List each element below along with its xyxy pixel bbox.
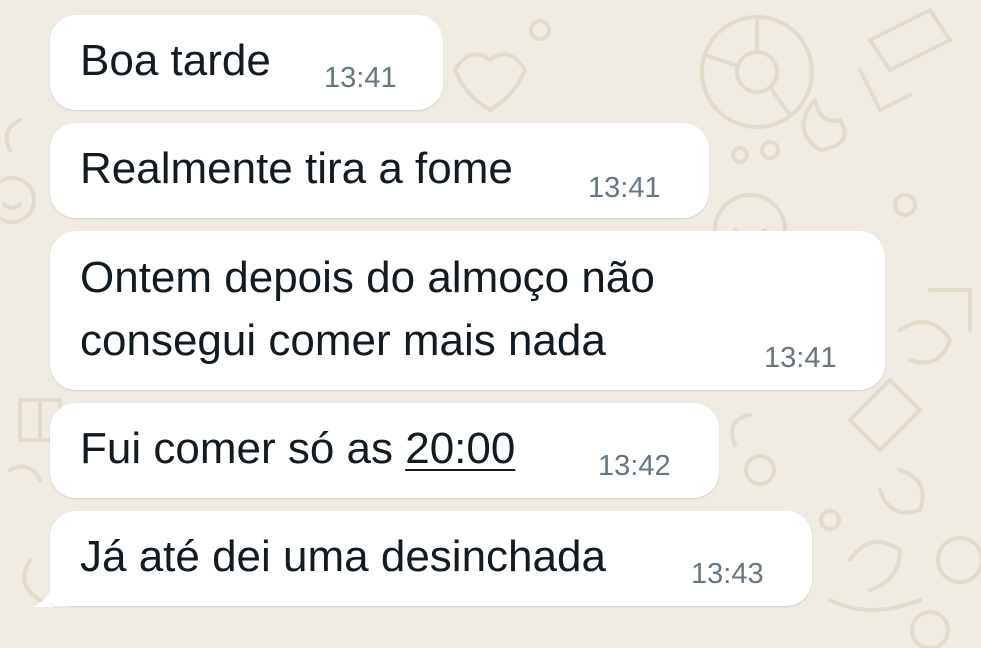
message-timestamp: 13:42 bbox=[598, 450, 671, 482]
incoming-message[interactable]: Realmente tira a fome 13:41 bbox=[50, 123, 709, 218]
message-text: Realmente tira a fome bbox=[80, 144, 513, 193]
incoming-message[interactable]: Fui comer só as 20:00 13:42 bbox=[50, 403, 719, 498]
message-timestamp: 13:43 bbox=[691, 558, 764, 590]
incoming-message[interactable]: Já até dei uma desinchada 13:43 bbox=[50, 511, 812, 606]
message-timestamp: 13:41 bbox=[324, 62, 397, 94]
message-text-line-1: Ontem depois do almoço não bbox=[80, 253, 655, 302]
message-text: Boa tarde bbox=[80, 36, 271, 85]
message-text-prefix: Fui comer só as bbox=[80, 424, 406, 473]
message-text-line-2: consegui comer mais nada bbox=[80, 316, 606, 365]
message-text: Fui comer só as 20:00 bbox=[80, 416, 515, 482]
message-timestamp: 13:41 bbox=[764, 342, 837, 374]
message-text: Já até dei uma desinchada bbox=[80, 532, 606, 581]
time-link[interactable]: 20:00 bbox=[405, 424, 515, 473]
incoming-message[interactable]: Boa tarde 13:41 bbox=[50, 15, 443, 110]
message-timestamp: 13:41 bbox=[588, 172, 661, 204]
incoming-message[interactable]: Ontem depois do almoço não consegui come… bbox=[50, 231, 885, 390]
